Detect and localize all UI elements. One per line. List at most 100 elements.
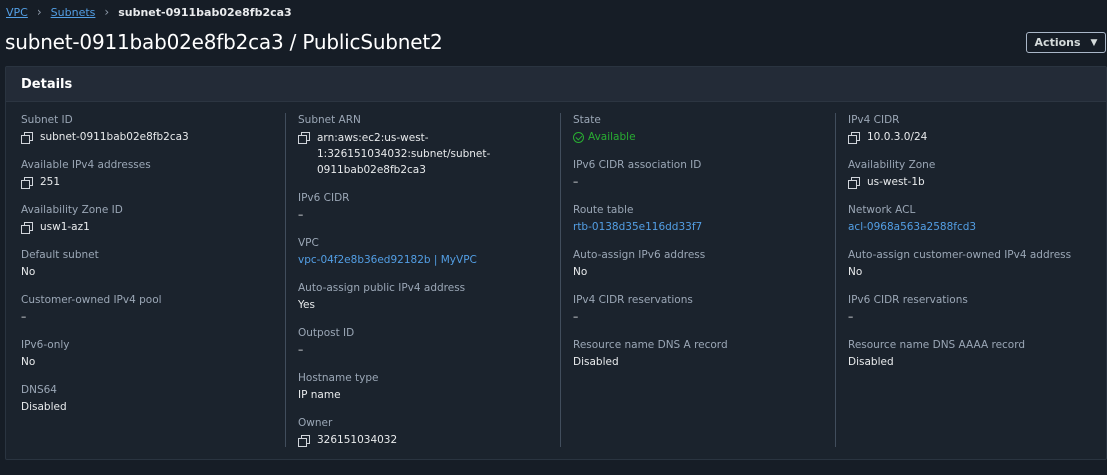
auto-ipv6-value: No	[573, 266, 588, 278]
copy-icon[interactable]	[298, 435, 310, 447]
field-label: Customer-owned IPv4 pool	[21, 294, 162, 306]
ipv6-reservations-value: –	[848, 311, 854, 323]
field-label: Subnet ID	[21, 114, 73, 126]
field-label: IPv6 CIDR association ID	[573, 159, 702, 171]
state-value: Available	[588, 131, 636, 143]
ipv6-cidr-value: –	[298, 209, 304, 221]
hostname-type-value: IP name	[298, 389, 341, 401]
field-label: Resource name DNS A record	[573, 339, 728, 351]
field-hostname-type: Hostname type IP name	[298, 371, 378, 403]
subnet-id-value: subnet-0911bab02e8fb2ca3	[40, 131, 189, 143]
field-label: Owner	[298, 417, 333, 429]
field-value: subnet-0911bab02e8fb2ca3	[21, 130, 189, 145]
field-dns-a: Resource name DNS A record Disabled	[573, 338, 728, 370]
breadcrumb-vpc-link[interactable]: VPC	[6, 6, 28, 19]
field-value: us-west-1b	[848, 175, 935, 190]
available-ipv4-value: 251	[40, 176, 61, 188]
caret-down-icon: ▼	[1090, 37, 1098, 48]
details-column-1: Subnet ID subnet-0911bab02e8fb2ca3 Avail…	[21, 113, 281, 447]
breadcrumb: VPC › Subnets › subnet-0911bab02e8fb2ca3	[6, 4, 292, 20]
field-label: State	[573, 114, 601, 126]
az-value: us-west-1b	[867, 176, 925, 188]
field-subnet-arn: Subnet ARN arn:aws:ec2:us-west-1:3261510…	[298, 113, 491, 178]
details-header: Details	[6, 67, 1106, 102]
details-title: Details	[21, 76, 73, 92]
az-id-value: usw1-az1	[40, 221, 90, 233]
field-label: Network ACL	[848, 204, 916, 216]
field-ipv6-cidr: IPv6 CIDR –	[298, 191, 349, 223]
field-nacl: Network ACL acl-0968a563a2588fcd3	[848, 203, 976, 235]
field-az-id: Availability Zone ID usw1-az1	[21, 203, 123, 235]
copy-icon[interactable]	[21, 177, 33, 189]
copy-icon[interactable]	[21, 132, 33, 144]
field-label: VPC	[298, 237, 319, 249]
field-owner: Owner 326151034032	[298, 416, 397, 448]
field-label: Availability Zone	[848, 159, 936, 171]
field-label: Auto-assign customer-owned IPv4 address	[848, 249, 1072, 261]
field-value: vpc-04f2e8b36ed92182b | MyVPC	[298, 253, 477, 268]
state-status: Available	[573, 130, 636, 145]
field-label: Available IPv4 addresses	[21, 159, 151, 171]
field-label: Subnet ARN	[298, 114, 361, 126]
copy-icon[interactable]	[21, 222, 33, 234]
field-value: rtb-0138d35e116dd33f7	[573, 220, 702, 235]
field-value: usw1-az1	[21, 220, 123, 235]
auto-customer-ipv4-value: No	[848, 266, 863, 278]
check-circle-icon	[573, 132, 584, 143]
field-label: Hostname type	[298, 372, 379, 384]
field-available-ipv4: Available IPv4 addresses 251	[21, 158, 151, 190]
field-label: IPv6 CIDR reservations	[848, 294, 968, 306]
subnet-arn-value: arn:aws:ec2:us-west-1:326151034032:subne…	[317, 132, 491, 176]
field-subnet-id: Subnet ID subnet-0911bab02e8fb2ca3	[21, 113, 189, 145]
field-label: IPv6-only	[21, 339, 70, 351]
chevron-right-icon: ›	[36, 5, 42, 19]
details-panel: Details Subnet ID subnet-0911bab02e8fb2c…	[5, 66, 1107, 460]
field-dns64: DNS64 Disabled	[21, 383, 67, 415]
customer-owned-pool-value: –	[21, 311, 27, 323]
field-state: State Available	[573, 113, 636, 145]
field-label: Outpost ID	[298, 327, 355, 339]
field-customer-owned-pool: Customer-owned IPv4 pool –	[21, 293, 162, 325]
field-label: Availability Zone ID	[21, 204, 123, 216]
field-ipv4-reservations: IPv4 CIDR reservations –	[573, 293, 693, 325]
ipv6-only-value: No	[21, 356, 36, 368]
ipv4-reservations-value: –	[573, 311, 579, 323]
field-auto-public-ipv4: Auto-assign public IPv4 address Yes	[298, 281, 465, 313]
details-column-4: IPv4 CIDR 10.0.3.0/24 Availability Zone …	[835, 113, 1105, 447]
field-ipv6-only: IPv6-only No	[21, 338, 70, 370]
field-ipv6-assoc-id: IPv6 CIDR association ID –	[573, 158, 701, 190]
copy-icon[interactable]	[848, 177, 860, 189]
chevron-right-icon: ›	[104, 5, 110, 19]
vpc-link[interactable]: vpc-04f2e8b36ed92182b | MyVPC	[298, 253, 477, 268]
dns-a-value: Disabled	[573, 356, 619, 368]
copy-icon[interactable]	[848, 132, 860, 144]
actions-button[interactable]: Actions ▼	[1026, 32, 1106, 53]
field-label: Auto-assign IPv6 address	[573, 249, 706, 261]
field-outpost-id: Outpost ID –	[298, 326, 354, 358]
default-subnet-value: No	[21, 266, 36, 278]
field-label: Default subnet	[21, 249, 99, 261]
field-value: 251	[21, 175, 151, 190]
field-label: DNS64	[21, 384, 57, 396]
field-label: IPv4 CIDR	[848, 114, 900, 126]
dns64-value: Disabled	[21, 401, 67, 413]
field-label: IPv4 CIDR reservations	[573, 294, 693, 306]
field-auto-ipv6: Auto-assign IPv6 address No	[573, 248, 705, 280]
field-default-subnet: Default subnet No	[21, 248, 99, 280]
field-dns-aaaa: Resource name DNS AAAA record Disabled	[848, 338, 1025, 370]
route-table-link[interactable]: rtb-0138d35e116dd33f7	[573, 220, 702, 235]
field-label: Resource name DNS AAAA record	[848, 339, 1026, 351]
field-vpc: VPC vpc-04f2e8b36ed92182b | MyVPC	[298, 236, 477, 268]
page-title: subnet-0911bab02e8fb2ca3 / PublicSubnet2	[5, 30, 443, 54]
copy-icon[interactable]	[298, 132, 310, 144]
details-columns: Subnet ID subnet-0911bab02e8fb2ca3 Avail…	[6, 113, 1106, 449]
nacl-link[interactable]: acl-0968a563a2588fcd3	[848, 220, 976, 235]
field-route-table: Route table rtb-0138d35e116dd33f7	[573, 203, 702, 235]
field-label: Route table	[573, 204, 634, 216]
ipv4-cidr-value: 10.0.3.0/24	[867, 131, 928, 143]
outpost-id-value: –	[298, 344, 304, 356]
dns-aaaa-value: Disabled	[848, 356, 894, 368]
breadcrumb-subnets-link[interactable]: Subnets	[51, 6, 96, 19]
field-ipv4-cidr: IPv4 CIDR 10.0.3.0/24	[848, 113, 927, 145]
field-ipv6-reservations: IPv6 CIDR reservations –	[848, 293, 968, 325]
